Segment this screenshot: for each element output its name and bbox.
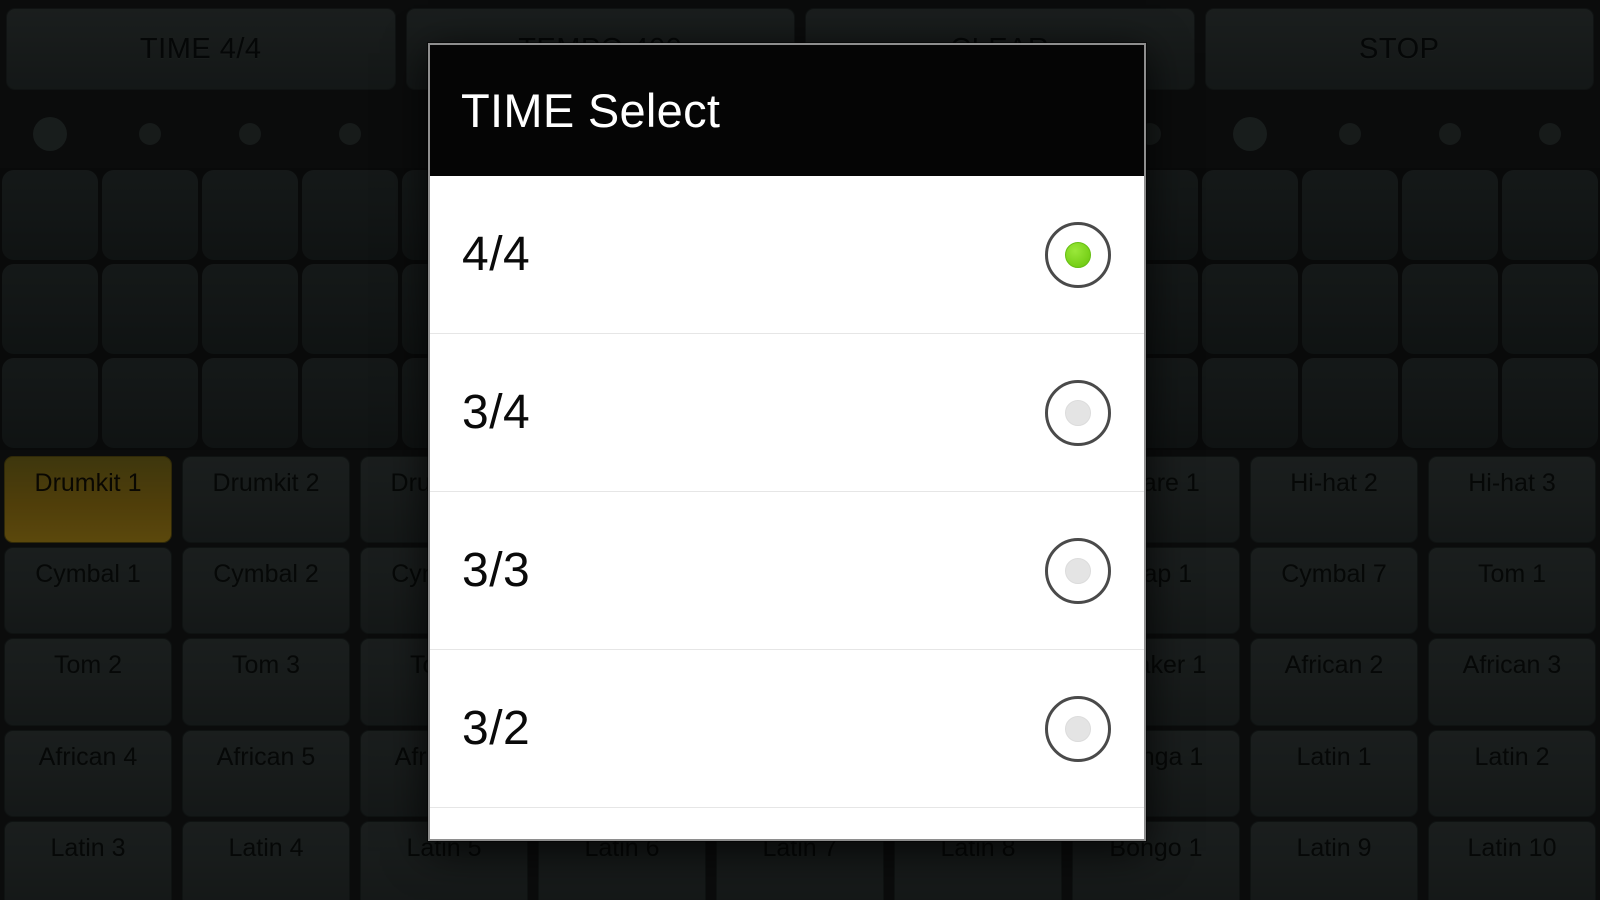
dialog-title: TIME Select — [461, 84, 721, 137]
time-option-row[interactable]: 4/4 — [430, 176, 1144, 334]
time-option-row[interactable]: 3/3 — [430, 492, 1144, 650]
radio-unselected-icon[interactable] — [1045, 537, 1111, 604]
radio-inner-dot-icon — [1065, 557, 1091, 584]
app-root: TIME 4/4TEMPO 400CLEARSTOP Drumkit 1Drum… — [0, 0, 1600, 900]
time-option-label: 4/4 — [462, 228, 531, 281]
radio-inner-dot-icon — [1065, 399, 1091, 426]
radio-unselected-icon[interactable] — [1045, 695, 1111, 762]
radio-inner-dot-icon — [1065, 241, 1091, 268]
time-select-dialog: TIME Select 4/4 3/4 3/3 3/2 — [428, 43, 1146, 841]
radio-selected-icon[interactable] — [1045, 221, 1111, 288]
dialog-header: TIME Select — [430, 45, 1144, 176]
time-option-row[interactable]: 3/4 — [430, 334, 1144, 492]
time-option-list[interactable]: 4/4 3/4 3/3 3/2 — [430, 176, 1144, 839]
time-option-row[interactable]: 3/2 — [430, 650, 1144, 808]
time-option-label: 3/3 — [462, 544, 531, 597]
radio-inner-dot-icon — [1065, 715, 1091, 742]
time-option-label: 3/2 — [462, 702, 531, 755]
radio-unselected-icon[interactable] — [1045, 379, 1111, 446]
time-option-label: 3/4 — [462, 386, 531, 439]
